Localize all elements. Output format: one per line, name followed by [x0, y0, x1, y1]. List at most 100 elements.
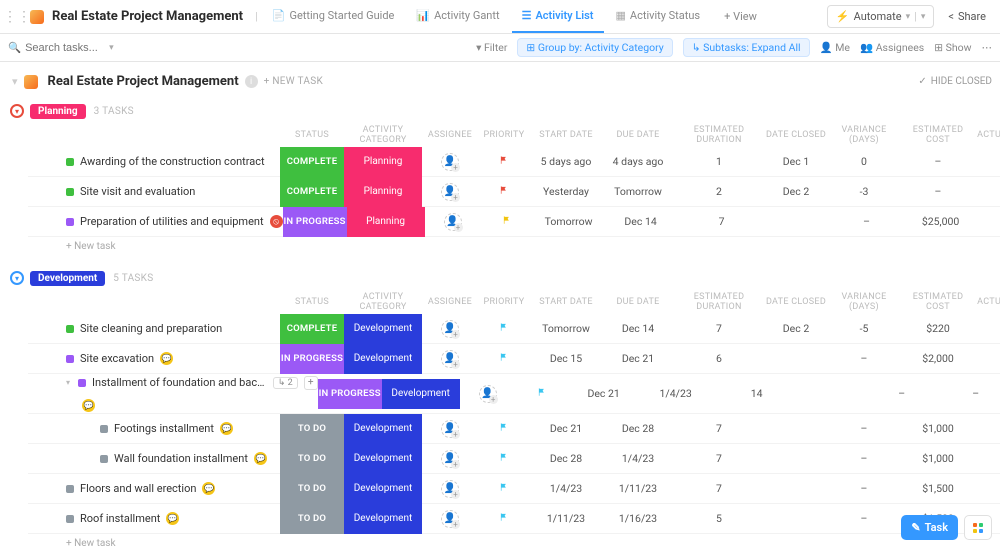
task-name[interactable]: Awarding of the construction contract	[80, 155, 265, 168]
status-cell[interactable]: IN PROGRESS	[283, 207, 347, 237]
view-tab-activity-gantt[interactable]: 📊Activity Gantt	[406, 0, 509, 33]
view-tab-activity-status[interactable]: ▦Activity Status	[606, 0, 711, 33]
add-subtask-button[interactable]: +	[304, 376, 318, 390]
actual-cost[interactable]: –	[979, 215, 1000, 228]
duration[interactable]: 7	[674, 482, 764, 495]
status-cell[interactable]: COMPLETE	[280, 177, 344, 207]
status-cell[interactable]: IN PROGRESS	[318, 379, 382, 409]
task-row[interactable]: Site visit and evaluation COMPLETEPlannin…	[28, 177, 1000, 207]
estimated-cost[interactable]: $1,500	[900, 482, 976, 495]
duration[interactable]: 7	[677, 215, 767, 228]
duration[interactable]: 7	[674, 322, 764, 335]
group-by-pill[interactable]: ⊞ Group by: Activity Category	[517, 38, 672, 57]
comment-icon[interactable]: 💬	[202, 482, 215, 495]
duration[interactable]: 6	[674, 352, 764, 365]
priority-flag-icon[interactable]	[537, 387, 547, 397]
start-date[interactable]: Dec 21	[530, 422, 602, 435]
status-cell[interactable]: TO DO	[280, 474, 344, 504]
date-closed[interactable]: Dec 2	[764, 322, 828, 335]
collapse-icon[interactable]: ▾	[10, 104, 24, 118]
duration[interactable]: 7	[674, 422, 764, 435]
collapse-icon[interactable]: ▾	[10, 271, 24, 285]
comment-icon[interactable]: 💬	[220, 422, 233, 435]
duration[interactable]: 1	[674, 155, 764, 168]
me-filter[interactable]: 👤 Me	[820, 41, 850, 54]
start-date[interactable]: Dec 28	[530, 452, 602, 465]
status-square-icon[interactable]	[66, 188, 74, 196]
due-date[interactable]: 1/4/23	[640, 387, 712, 400]
new-task-inline[interactable]: + NEW TASK	[264, 76, 323, 87]
task-name[interactable]: Installment of foundation and backfill	[92, 376, 267, 389]
comment-icon[interactable]: 💬	[160, 352, 173, 365]
actual-cost[interactable]: –	[976, 155, 1000, 168]
task-row[interactable]: Footings installment 💬TO DODevelopment👤D…	[28, 414, 1000, 444]
assignee-add-icon[interactable]: 👤	[441, 350, 459, 368]
estimated-cost[interactable]: $1,000	[900, 422, 976, 435]
automate-button[interactable]: ⚡ Automate ▾ | ▾	[827, 5, 934, 28]
view-tab-getting-started-guide[interactable]: 📄Getting Started Guide	[262, 0, 405, 33]
chevron-down-icon[interactable]: ▾	[109, 43, 114, 53]
due-date[interactable]: Dec 14	[602, 322, 674, 335]
priority-flag-icon[interactable]	[499, 352, 509, 362]
priority-flag-icon[interactable]	[502, 215, 512, 225]
variance[interactable]: –	[831, 215, 903, 228]
show-button[interactable]: ⊞ Show	[934, 41, 971, 54]
status-cell[interactable]: TO DO	[280, 504, 344, 534]
new-task-row[interactable]: + New task	[28, 534, 1000, 548]
duration[interactable]: 14	[712, 387, 802, 400]
info-icon[interactable]: i	[245, 75, 258, 88]
duration[interactable]: 7	[674, 452, 764, 465]
status-cell[interactable]: TO DO	[280, 414, 344, 444]
view-tab-activity-list[interactable]: ☰Activity List	[512, 0, 604, 33]
category-cell[interactable]: Development	[344, 504, 422, 534]
estimated-cost[interactable]: –	[900, 185, 976, 198]
due-date[interactable]: 4 days ago	[602, 155, 674, 168]
task-name[interactable]: Site excavation	[80, 352, 154, 365]
status-square-icon[interactable]	[66, 355, 74, 363]
hide-closed-toggle[interactable]: ✓ HIDE CLOSED	[918, 76, 992, 87]
actual-cost[interactable]: –	[976, 452, 1000, 465]
status-square-icon[interactable]	[66, 485, 74, 493]
filter-button[interactable]: ▾ Filter	[476, 41, 507, 54]
variance[interactable]: –	[828, 422, 900, 435]
category-cell[interactable]: Development	[344, 344, 422, 374]
group-label[interactable]: Development	[30, 271, 105, 286]
actual-cost[interactable]: –	[976, 185, 1000, 198]
assignees-filter[interactable]: 👥 Assignees	[860, 41, 924, 54]
estimated-cost[interactable]: $25,000	[903, 215, 979, 228]
new-task-row[interactable]: + New task	[28, 237, 1000, 252]
category-cell[interactable]: Development	[382, 379, 460, 409]
actual-cost[interactable]: –	[976, 322, 1000, 335]
due-date[interactable]: Tomorrow	[602, 185, 674, 198]
priority-flag-icon[interactable]	[499, 452, 509, 462]
category-cell[interactable]: Planning	[344, 177, 422, 207]
comment-icon[interactable]: 💬	[254, 452, 267, 465]
priority-flag-icon[interactable]	[499, 155, 509, 165]
due-date[interactable]: 1/4/23	[602, 452, 674, 465]
share-button[interactable]: < Share	[942, 6, 992, 27]
status-cell[interactable]: IN PROGRESS	[280, 344, 344, 374]
status-square-icon[interactable]	[66, 218, 74, 226]
estimated-cost[interactable]: $1,000	[900, 452, 976, 465]
task-name[interactable]: Site visit and evaluation	[80, 185, 195, 198]
assignee-add-icon[interactable]: 👤	[441, 510, 459, 528]
task-row[interactable]: Preparation of utilities and equipment ⦸…	[28, 207, 1000, 237]
date-closed[interactable]: Dec 1	[764, 155, 828, 168]
task-row[interactable]: Wall foundation installment 💬TO DODevelo…	[28, 444, 1000, 474]
apps-icon[interactable]: ⋮⋮	[8, 8, 26, 26]
status-cell[interactable]: COMPLETE	[280, 147, 344, 177]
assignee-add-icon[interactable]: 👤	[479, 385, 497, 403]
variance[interactable]: -3	[828, 185, 900, 198]
status-square-icon[interactable]	[100, 425, 108, 433]
start-date[interactable]: 1/11/23	[530, 512, 602, 525]
assignee-add-icon[interactable]: 👤	[441, 480, 459, 498]
task-name[interactable]: Preparation of utilities and equipment	[80, 215, 264, 228]
comment-icon[interactable]: 💬	[82, 399, 95, 412]
category-cell[interactable]: Development	[344, 444, 422, 474]
variance[interactable]: 0	[828, 155, 900, 168]
due-date[interactable]: Dec 14	[605, 215, 677, 228]
status-square-icon[interactable]	[66, 158, 74, 166]
apps-button[interactable]	[964, 515, 992, 540]
start-date[interactable]: Tomorrow	[533, 215, 605, 228]
task-row[interactable]: Site cleaning and preparationCOMPLETEDev…	[28, 314, 1000, 344]
